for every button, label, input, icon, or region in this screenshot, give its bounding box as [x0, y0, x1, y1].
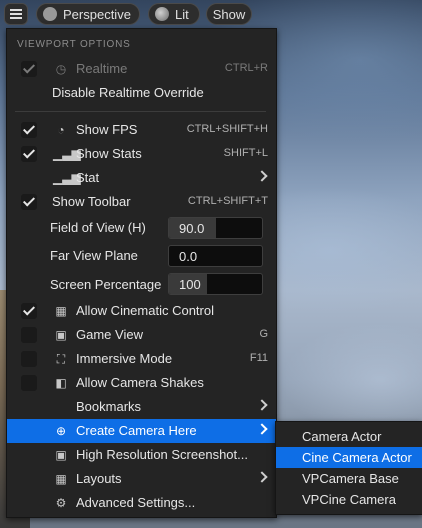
menu-item-label: Far View Plane [50, 248, 138, 263]
menu-item-label: Allow Camera Shakes [76, 375, 204, 390]
field-value: 100 [179, 277, 201, 292]
shortcut-label: CTRL+R [224, 62, 268, 74]
shortcut-label: CTRL+SHIFT+T [187, 195, 268, 207]
shortcut-label: CTRL+SHIFT+H [186, 123, 268, 135]
menu-item-show-fps[interactable]: ◔ Show FPS CTRL+SHIFT+H [7, 118, 276, 142]
menu-item-realtime[interactable]: ◷ Realtime CTRL+R [7, 57, 276, 81]
allow-cinematic-control-checkbox[interactable] [21, 303, 37, 319]
viewport-toolbar: Perspective Lit Show [0, 0, 422, 28]
menu-item-allow-camera-shakes[interactable]: ◧ Allow Camera Shakes [7, 371, 276, 395]
field-value: 0.0 [179, 249, 198, 264]
image-icon: ▣ [55, 328, 67, 342]
viewport-options-menu: VIEWPORT OPTIONS ◷ Realtime CTRL+R Disab… [6, 28, 277, 518]
screenshot-icon: ▣ [55, 448, 67, 462]
gear-icon: ⚙ [55, 496, 67, 510]
menu-item-label: Create Camera Here [76, 423, 197, 438]
menu-item-immersive-mode[interactable]: ⛶ Immersive Mode F11 [7, 347, 276, 371]
shortcut-label: SHIFT+L [223, 147, 268, 159]
menu-item-show-stats[interactable]: ▁▃▆ Show Stats SHIFT+L [7, 142, 276, 166]
menu-item-create-camera-here[interactable]: ⊕ Create Camera Here [7, 419, 276, 443]
far-view-plane-input[interactable]: 0.0 [168, 245, 263, 267]
add-camera-icon: ⊕ [55, 424, 67, 438]
menu-item-label: Immersive Mode [76, 351, 173, 366]
realtime-checkbox[interactable] [21, 61, 37, 77]
menu-item-label: Realtime [76, 61, 128, 76]
menu-item-label: Advanced Settings... [76, 495, 196, 510]
game-view-checkbox[interactable] [21, 327, 37, 343]
menu-item-game-view[interactable]: ▣ Game View G [7, 323, 276, 347]
menu-item-stat[interactable]: ▁▃▆ Stat [7, 166, 276, 190]
separator [15, 111, 266, 112]
shortcut-label: G [259, 328, 268, 340]
allow-camera-shakes-checkbox[interactable] [21, 375, 37, 391]
menu-item-label: Show Stats [76, 146, 142, 161]
menu-item-show-toolbar[interactable]: Show Toolbar CTRL+SHIFT+T [7, 190, 276, 214]
gauge-icon: ◔ [57, 123, 65, 137]
perspective-button[interactable]: Perspective [36, 3, 140, 25]
menu-item-advanced-settings[interactable]: ⚙ Advanced Settings... [7, 491, 276, 515]
menu-item-high-res-screenshot[interactable]: ▣ High Resolution Screenshot... [7, 443, 276, 467]
menu-item-label: Screen Percentage [50, 277, 162, 292]
menu-item-label: Show Toolbar [52, 194, 131, 209]
screen-percentage-input[interactable]: 100 [168, 273, 263, 295]
stopwatch-icon: ◷ [55, 62, 67, 76]
show-label: Show [212, 6, 246, 22]
chevron-right-icon [256, 423, 268, 435]
show-stats-checkbox[interactable] [21, 146, 37, 162]
chevron-right-icon [256, 170, 268, 182]
perspective-label: Perspective [63, 6, 131, 22]
show-button[interactable]: Show [206, 3, 252, 25]
menu-item-allow-cinematic-control[interactable]: ▦ Allow Cinematic Control [7, 299, 276, 323]
layout-grid-icon: ▦ [55, 472, 67, 486]
camera-view-icon [43, 7, 57, 21]
lit-sphere-icon [155, 7, 169, 21]
menu-item-label: Stat [76, 170, 100, 185]
menu-item-label: Allow Cinematic Control [76, 303, 214, 318]
menu-item-bookmarks[interactable]: Bookmarks [7, 395, 276, 419]
bar-chart-icon: ▁▃▆ [53, 171, 81, 185]
submenu-item-cine-camera-actor[interactable]: Cine Camera Actor [276, 447, 422, 468]
field-value: 90.0 [179, 221, 205, 236]
create-camera-submenu: Camera Actor Cine Camera Actor VPCamera … [275, 421, 422, 515]
show-toolbar-checkbox[interactable] [21, 194, 37, 210]
menu-item-label: High Resolution Screenshot... [76, 447, 248, 462]
submenu-item-vpcine-camera[interactable]: VPCine Camera [276, 489, 422, 510]
viewport-options-button[interactable] [4, 3, 28, 25]
chevron-right-icon [256, 399, 268, 411]
lit-button[interactable]: Lit [148, 3, 200, 25]
submenu-item-camera-actor[interactable]: Camera Actor [276, 426, 422, 447]
field-of-view-input[interactable]: 90.0 [168, 217, 263, 239]
menu-item-label: Game View [76, 327, 143, 342]
menu-item-label: Disable Realtime Override [52, 85, 204, 100]
fullscreen-icon: ⛶ [56, 352, 66, 366]
immersive-mode-checkbox[interactable] [21, 351, 37, 367]
show-fps-checkbox[interactable] [21, 122, 37, 138]
menu-item-layouts[interactable]: ▦ Layouts [7, 467, 276, 491]
clapperboard-icon: ▦ [55, 304, 67, 318]
chevron-right-icon [256, 471, 268, 483]
section-title: VIEWPORT OPTIONS [17, 39, 131, 50]
video-camera-icon: ◧ [55, 376, 67, 390]
hamburger-icon [10, 9, 22, 19]
submenu-item-label: VPCamera Base [302, 471, 399, 486]
menu-item-label: Bookmarks [76, 399, 142, 414]
submenu-item-label: Camera Actor [302, 429, 382, 444]
menu-item-label: Layouts [76, 471, 122, 486]
submenu-item-vpcamera-base[interactable]: VPCamera Base [276, 468, 422, 489]
menu-item-label: Show FPS [76, 122, 138, 137]
submenu-item-label: VPCine Camera [302, 492, 396, 507]
menu-item-label: Field of View (H) [50, 220, 146, 235]
submenu-item-label: Cine Camera Actor [302, 450, 412, 465]
menu-item-disable-realtime-override[interactable]: Disable Realtime Override [7, 81, 276, 105]
bar-chart-icon: ▁▃▆ [53, 147, 81, 161]
lit-label: Lit [175, 6, 189, 22]
shortcut-label: F11 [249, 352, 268, 364]
